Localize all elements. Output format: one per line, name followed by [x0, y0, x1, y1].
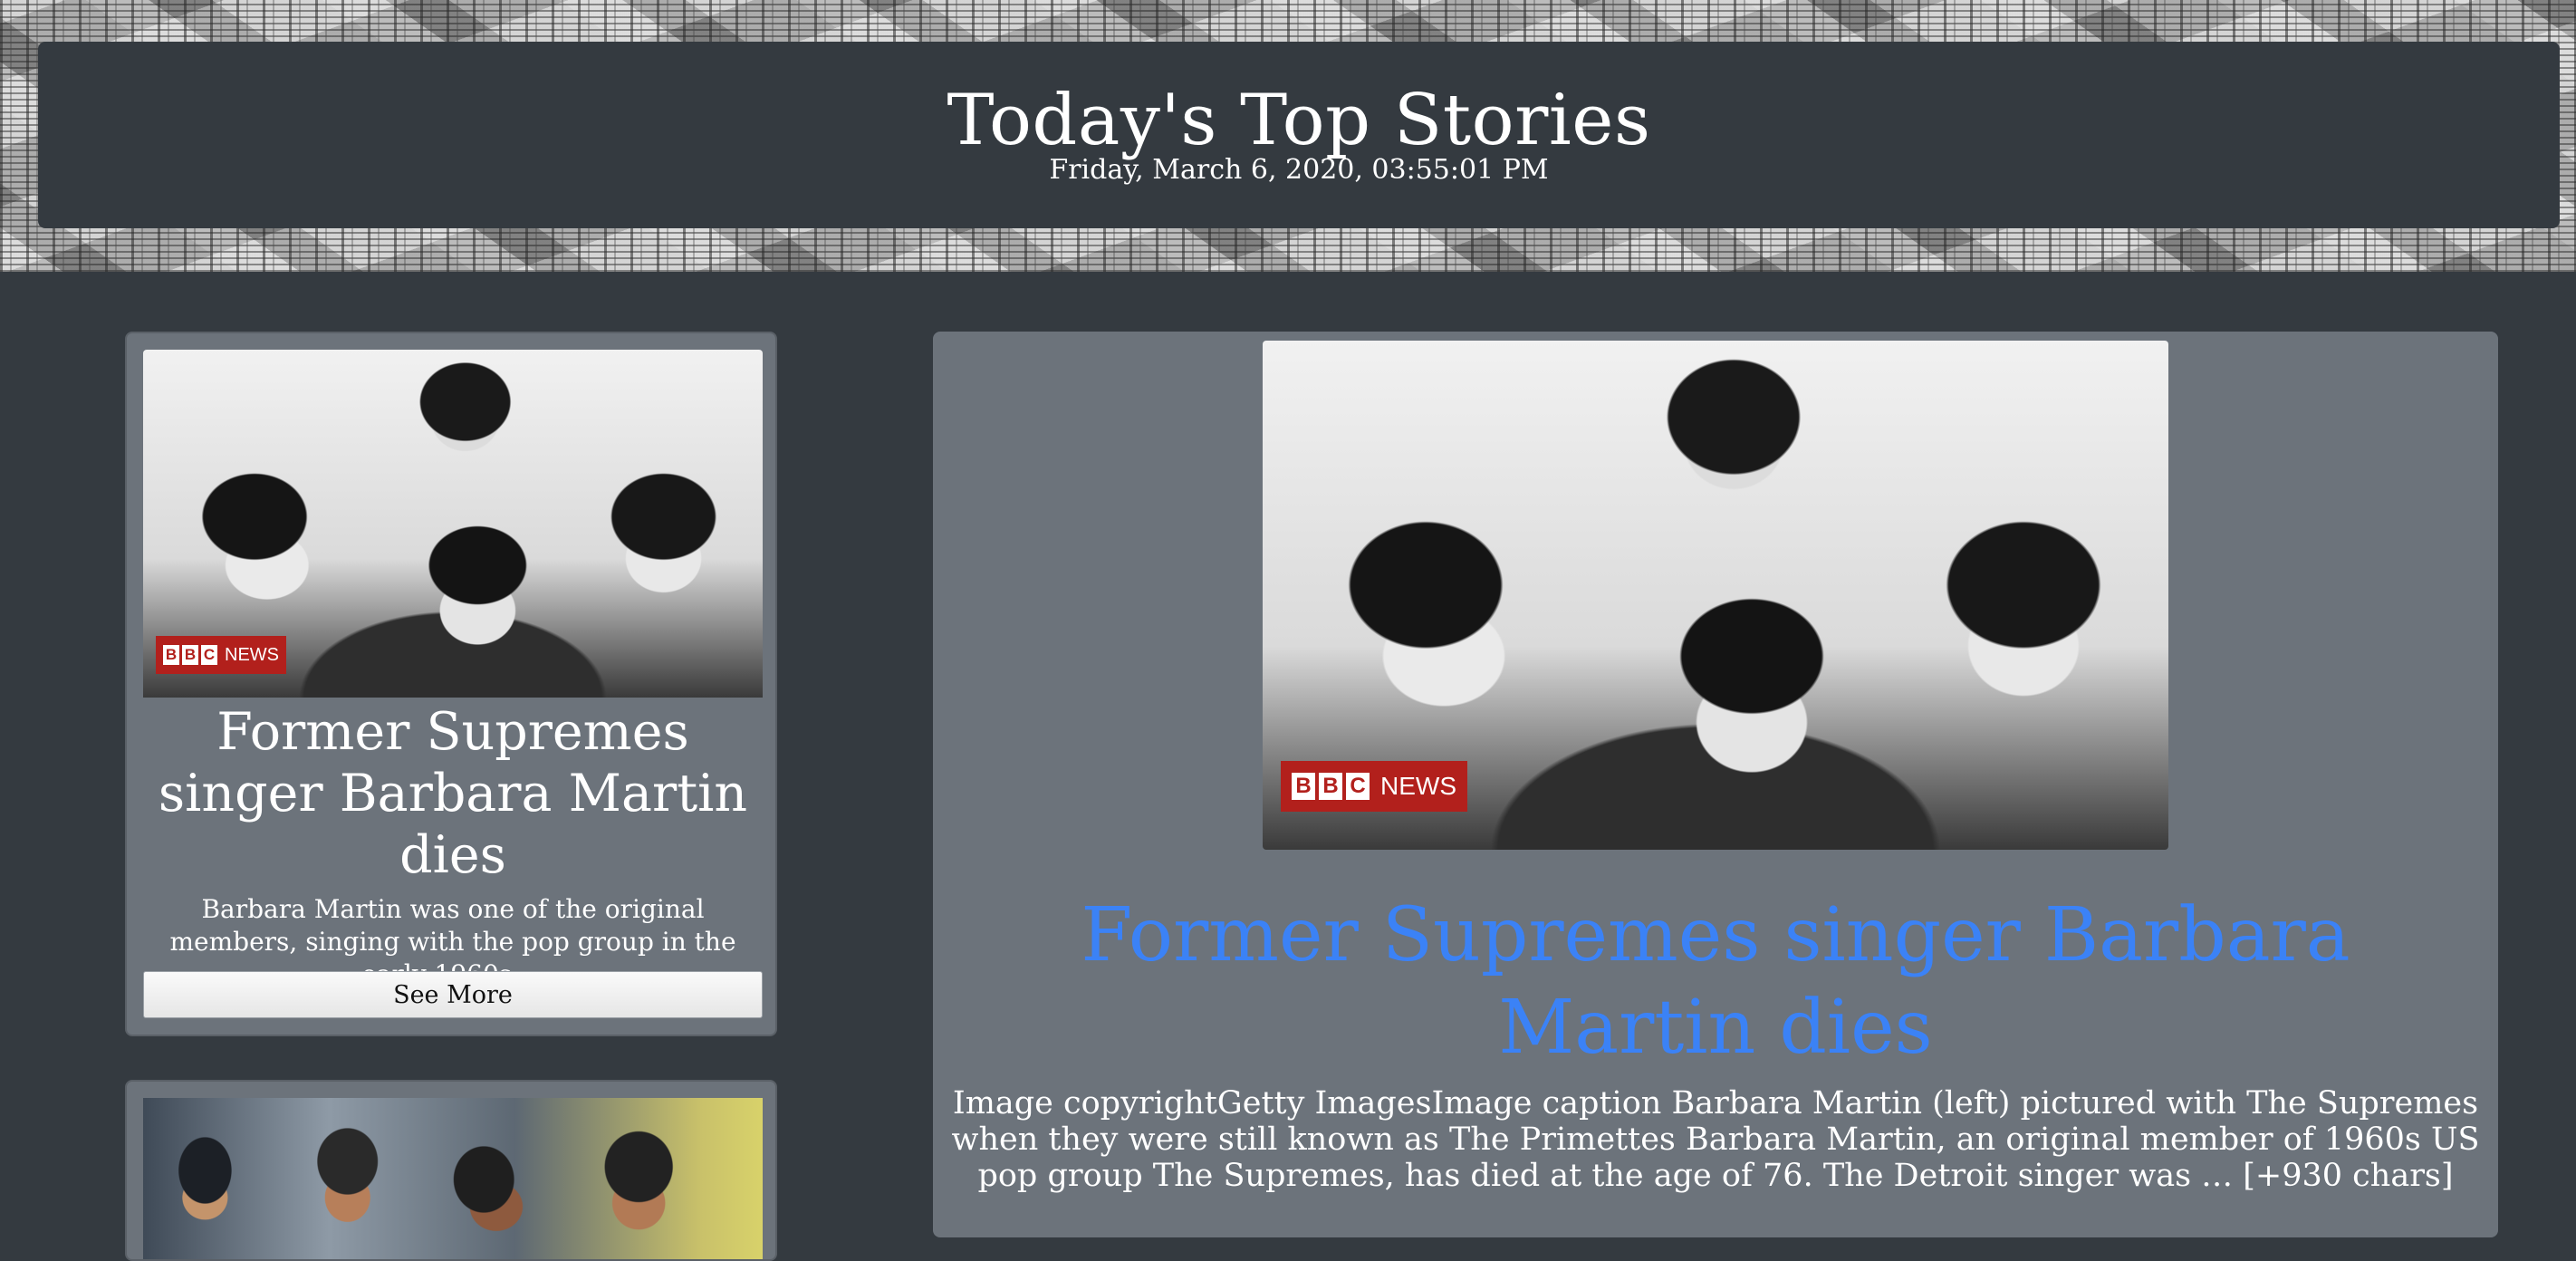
- bbc-news-label: NEWS: [1380, 772, 1456, 800]
- current-datetime: Friday, March 6, 2020, 03:55:01 PM: [1049, 154, 1549, 186]
- story-card: [125, 1080, 777, 1261]
- featured-article-image: B B C NEWS: [1263, 341, 2168, 850]
- bbc-news-logo: B B C NEWS: [1281, 761, 1467, 812]
- featured-article-title-link[interactable]: Former Supremes singer Barbara Martin di…: [942, 890, 2489, 1074]
- newspaper-banner: Today's Top Stories Friday, March 6, 202…: [0, 0, 2576, 272]
- bbc-news-logo: B B C NEWS: [156, 636, 286, 674]
- story-thumbnail: B B C NEWS: [143, 350, 763, 698]
- story-thumbnail: [143, 1098, 763, 1259]
- bbc-news-label: NEWS: [225, 644, 279, 665]
- story-card: B B C NEWS Former Supremes singer Barbar…: [125, 332, 777, 1036]
- featured-article: B B C NEWS Former Supremes singer Barbar…: [933, 332, 2498, 1237]
- story-card-title: Former Supremes singer Barbara Martin di…: [158, 702, 748, 885]
- page-title: Today's Top Stories: [947, 80, 1651, 161]
- see-more-button[interactable]: See More: [143, 971, 763, 1018]
- header: Today's Top Stories Friday, March 6, 202…: [38, 42, 2560, 228]
- featured-article-body: Image copyrightGetty ImagesImage caption…: [951, 1085, 2480, 1194]
